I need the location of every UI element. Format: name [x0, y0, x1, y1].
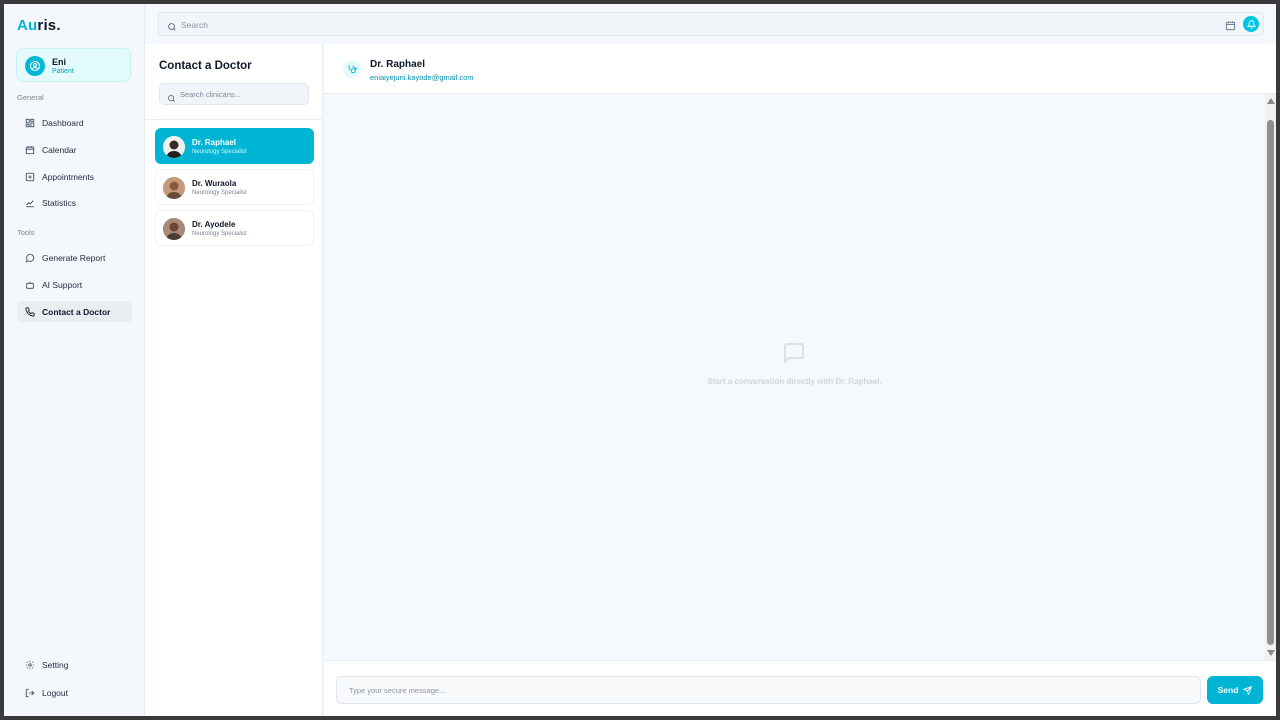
app-window: Auris. Eni Patient General Dashboard Cal…	[4, 4, 1276, 716]
sidebar-item-label: Calendar	[42, 144, 77, 155]
search-icon	[167, 19, 177, 37]
doctor-search-input[interactable]	[180, 88, 304, 101]
sidebar: Auris. Eni Patient General Dashboard Cal…	[4, 4, 145, 716]
doctor-card-raphael[interactable]: Dr. Raphael Neurology Specialist	[155, 128, 314, 164]
sidebar-item-label: Contact a Doctor	[42, 306, 111, 317]
doctor-specialty: Neurology Specialist	[192, 149, 247, 155]
bot-icon	[24, 279, 35, 290]
logout-icon	[24, 687, 35, 698]
global-search-input[interactable]	[181, 17, 1081, 32]
user-profile-card[interactable]: Eni Patient	[16, 48, 131, 82]
top-search-bar	[158, 12, 1264, 36]
sidebar-item-label: Appointments	[42, 171, 94, 182]
sidebar-item-label: AI Support	[42, 279, 83, 290]
doctor-card-wuraola[interactable]: Dr. Wuraola Neurology Specialist	[155, 169, 314, 205]
user-role: Patient	[52, 68, 74, 75]
message-input[interactable]	[336, 676, 1201, 704]
empty-conversation-text: Start a conversation directly with Dr. R…	[707, 377, 882, 386]
sidebar-item-label: Setting	[42, 659, 69, 670]
doctors-panel: Contact a Doctor Dr. Raphael Neurology S…	[145, 44, 323, 716]
calendar-icon	[1225, 21, 1236, 31]
message-circle-icon	[24, 252, 35, 263]
sidebar-item-label: Statistics	[42, 197, 77, 208]
section-label-tools: Tools	[17, 228, 35, 237]
sidebar-item-label: Logout	[42, 687, 68, 698]
chat-doctor-name: Dr. Raphael	[370, 59, 426, 70]
sidebar-item-statistics[interactable]: Statistics	[17, 192, 132, 213]
sidebar-item-label: Generate Report	[42, 252, 106, 263]
doctor-specialty: Neurology Specialist	[192, 190, 247, 196]
doctor-specialty: Neurology Specialist	[192, 231, 247, 237]
scroll-up-arrow[interactable]	[1267, 98, 1275, 104]
grid-icon	[24, 117, 35, 128]
sidebar-item-logout[interactable]: Logout	[17, 682, 132, 703]
section-label-general: General	[17, 93, 44, 102]
stethoscope-icon	[343, 60, 361, 78]
calendar-icon	[24, 144, 35, 155]
scroll-thumb[interactable]	[1267, 120, 1274, 645]
send-label: Send	[1217, 685, 1239, 695]
sidebar-item-setting[interactable]: Setting	[17, 654, 132, 675]
user-name: Eni	[52, 57, 67, 67]
message-composer: Send	[324, 660, 1276, 716]
app-logo[interactable]: Auris.	[17, 17, 61, 34]
doctor-name: Dr. Ayodele	[192, 220, 236, 229]
doctor-name: Dr. Wuraola	[192, 179, 237, 188]
search-icon	[167, 90, 176, 108]
scroll-down-arrow[interactable]	[1267, 650, 1275, 656]
bell-icon	[1246, 19, 1256, 29]
phone-icon	[24, 306, 35, 317]
chat-scrollbar[interactable]	[1265, 94, 1276, 660]
chat-header: Dr. Raphael eniaiyejuni.kayode@gmail.com	[324, 44, 1276, 94]
notifications-button[interactable]	[1243, 16, 1259, 32]
logo-rest: ris.	[37, 17, 61, 34]
send-button[interactable]: Send	[1207, 676, 1263, 704]
chat-messages-area: Start a conversation directly with Dr. R…	[324, 94, 1265, 660]
plus-square-icon	[24, 171, 35, 182]
panel-divider	[145, 119, 323, 120]
sidebar-item-calendar[interactable]: Calendar	[17, 139, 132, 160]
sidebar-item-label: Dashboard	[42, 117, 84, 128]
sidebar-item-ai-support[interactable]: AI Support	[17, 274, 132, 295]
user-icon	[29, 60, 41, 72]
calendar-button[interactable]	[1225, 18, 1236, 36]
sidebar-item-appointments[interactable]: Appointments	[17, 166, 132, 187]
doctor-card-ayodele[interactable]: Dr. Ayodele Neurology Specialist	[155, 210, 314, 246]
doctor-search-box	[159, 83, 309, 105]
chat-doctor-email[interactable]: eniaiyejuni.kayode@gmail.com	[370, 73, 474, 82]
gear-icon	[24, 659, 35, 670]
doctor-avatar	[163, 218, 185, 240]
panel-title: Contact a Doctor	[159, 60, 252, 72]
avatar	[25, 56, 45, 76]
sidebar-item-contact-doctor[interactable]: Contact a Doctor	[17, 301, 132, 322]
logo-accent: Au	[17, 17, 38, 34]
message-square-icon	[782, 341, 806, 370]
doctor-avatar	[163, 177, 185, 199]
send-icon	[1243, 685, 1253, 695]
sidebar-item-dashboard[interactable]: Dashboard	[17, 112, 132, 133]
chart-icon	[24, 197, 35, 208]
doctor-name: Dr. Raphael	[192, 138, 237, 147]
sidebar-item-generate-report[interactable]: Generate Report	[17, 247, 132, 268]
doctor-avatar	[163, 136, 185, 158]
